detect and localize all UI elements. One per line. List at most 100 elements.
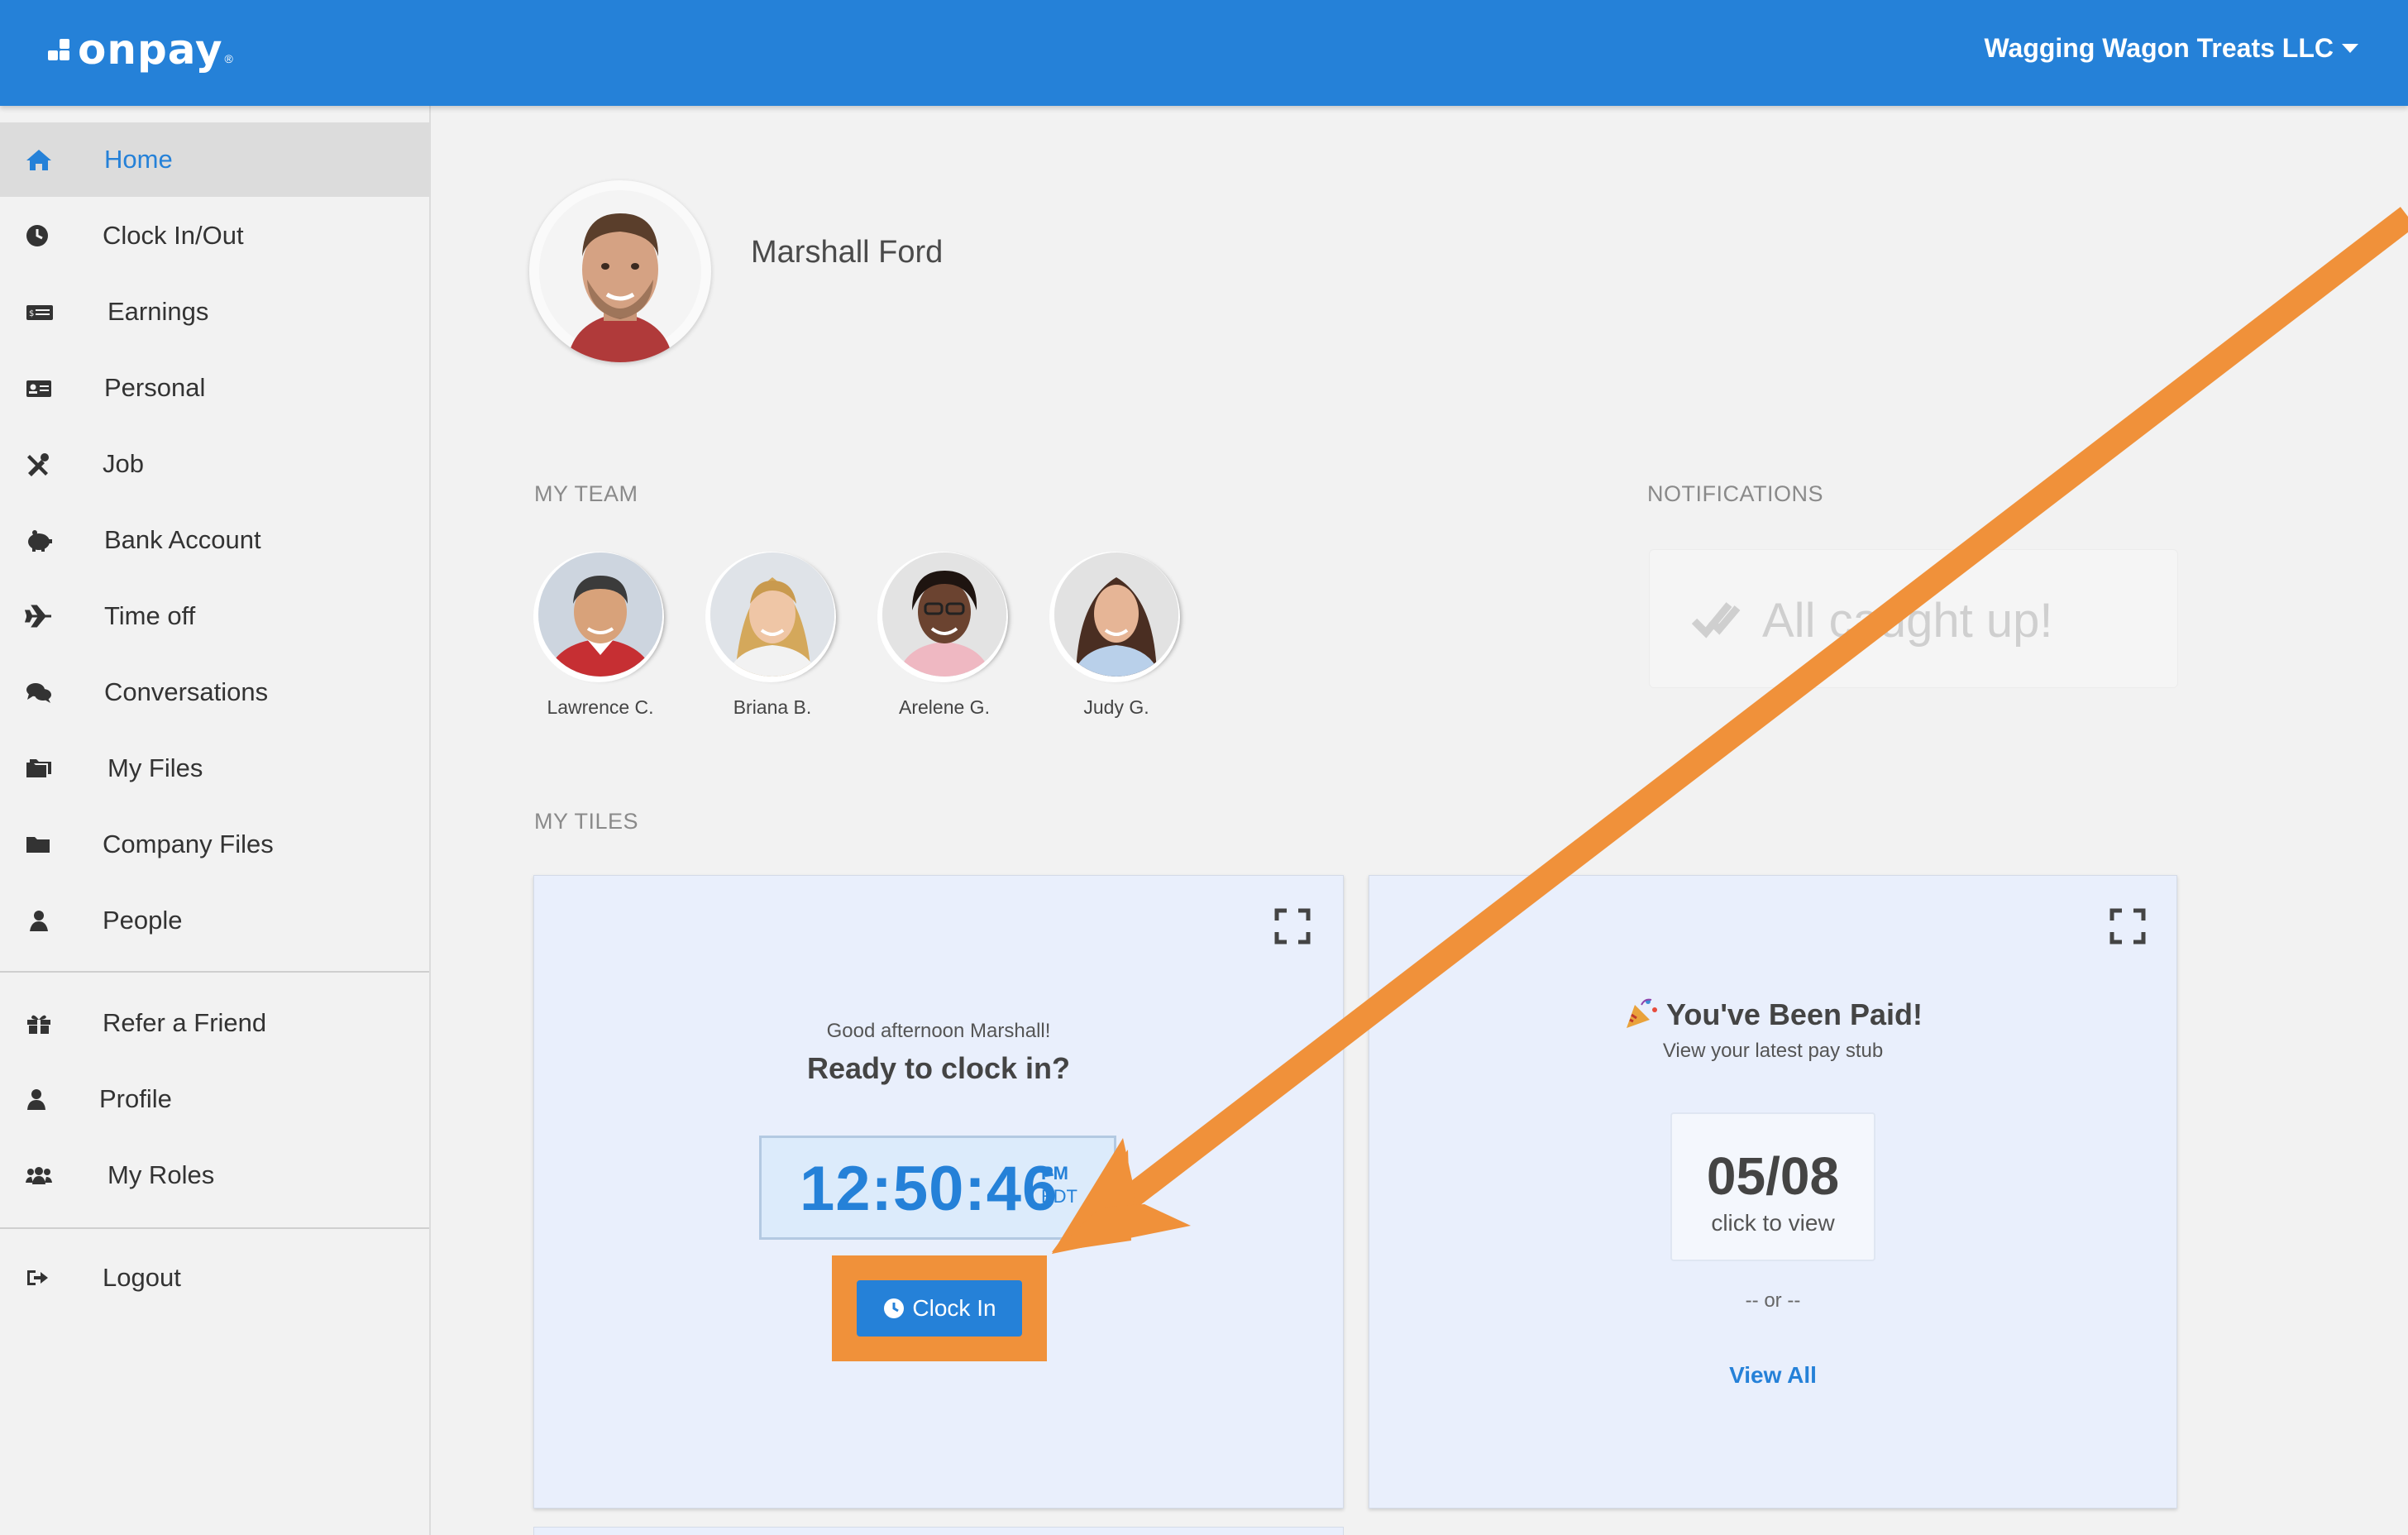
team-member-name: Arelene G.	[899, 696, 990, 718]
team-member[interactable]: Judy G.	[1042, 552, 1191, 719]
sidebar-item-label: Refer a Friend	[103, 1008, 267, 1037]
pay-stub-hint: click to view	[1711, 1210, 1835, 1236]
sidebar-item-label: Bank Account	[104, 525, 261, 554]
clock-tile: Good afternoon Marshall! Ready to clock …	[533, 875, 1344, 1509]
files-icon	[26, 759, 51, 777]
sidebar-item-label: Job	[103, 449, 144, 478]
sidebar-item-label: Profile	[99, 1084, 172, 1113]
top-bar: onpay ® Wagging Wagon Treats LLC	[0, 0, 2408, 106]
money-icon: $	[26, 305, 53, 320]
sidebar-divider	[0, 971, 429, 973]
svg-text:$: $	[29, 309, 34, 318]
notifications-message: All caught up!	[1762, 594, 2053, 648]
logout-icon	[27, 1270, 48, 1285]
sidebar-item-label: People	[103, 906, 183, 935]
team-member-name: Judy G.	[1083, 696, 1149, 718]
sidebar-item-my-roles[interactable]: My Roles	[0, 1138, 429, 1212]
team-avatar	[710, 552, 834, 677]
clock-prompt: Ready to clock in?	[806, 1051, 1071, 1085]
sidebar-nav: Home Clock In/Out $ Earnings Personal Jo…	[0, 106, 431, 1535]
sidebar-item-conversations[interactable]: Conversations	[0, 655, 429, 729]
team-member-name: Briana B.	[733, 696, 812, 718]
logo-text: onpay	[78, 26, 223, 74]
view-all-link[interactable]: View All	[1369, 1362, 2176, 1389]
users-icon	[26, 1167, 52, 1184]
tools-icon	[27, 453, 49, 476]
sidebar-item-label: Clock In/Out	[103, 221, 244, 250]
team-member[interactable]: Arelene G.	[870, 552, 1019, 719]
greeting-text: Good afternoon Marshall!	[826, 1020, 1051, 1042]
party-popper-icon	[1627, 998, 1657, 1028]
sidebar-item-label: Time off	[104, 601, 196, 630]
team-member[interactable]: Lawrence C.	[526, 552, 675, 719]
clock-time: 12:50:46	[800, 1154, 1058, 1224]
chat-icon	[26, 683, 51, 703]
home-icon	[26, 150, 51, 170]
or-separator: -- or --	[1745, 1289, 1801, 1312]
sidebar-item-home[interactable]: Home	[0, 122, 429, 197]
sidebar-item-my-files[interactable]: My Files	[0, 731, 429, 806]
sidebar-item-label: My Roles	[108, 1160, 215, 1189]
notifications-panel: All caught up!	[1649, 549, 2178, 688]
sidebar-item-clock-in-out[interactable]: Clock In/Out	[0, 198, 429, 273]
sidebar-item-label: Company Files	[103, 830, 274, 858]
sidebar-item-label: Earnings	[108, 297, 209, 326]
sidebar-item-label: Home	[104, 145, 173, 174]
clock-icon	[26, 225, 48, 246]
sidebar-item-label: My Files	[108, 753, 203, 782]
people-icon	[30, 911, 48, 931]
clock-ampm: PM	[1041, 1163, 1068, 1184]
sidebar-item-label: Personal	[104, 373, 206, 402]
sidebar-item-earnings[interactable]: $ Earnings	[0, 275, 429, 349]
sidebar-divider	[0, 1227, 429, 1229]
team-avatar	[538, 552, 662, 677]
sidebar-item-label: Logout	[103, 1263, 181, 1292]
folder-icon	[26, 837, 50, 853]
plane-icon	[25, 605, 51, 628]
clock-in-button[interactable]: Clock In	[857, 1280, 1022, 1337]
sidebar-item-profile[interactable]: Profile	[0, 1062, 429, 1136]
sidebar-item-company-files[interactable]: Company Files	[0, 807, 429, 882]
sidebar-item-time-off[interactable]: Time off	[0, 579, 429, 653]
company-selector[interactable]: Wagging Wagon Treats LLC	[1984, 33, 2358, 64]
clock-display: 12:50:46 PM EDT	[759, 1136, 1116, 1240]
latest-pay-stub[interactable]: 05/08 click to view	[1670, 1112, 1875, 1261]
profile-avatar[interactable]	[529, 180, 711, 362]
gift-icon	[27, 1015, 50, 1034]
double-check-icon	[1691, 602, 1741, 638]
paid-title-text: You've Been Paid!	[1666, 997, 1923, 1031]
expand-icon[interactable]	[1273, 907, 1312, 945]
clock-icon	[884, 1298, 905, 1318]
logo-mark-icon	[48, 37, 74, 62]
profile-name: Marshall Ford	[751, 235, 944, 270]
my-team-heading: MY TEAM	[534, 481, 638, 506]
id-card-icon	[26, 380, 51, 397]
profile-photo-image	[539, 190, 701, 362]
my-tiles-heading: MY TILES	[534, 809, 639, 834]
expand-icon[interactable]	[2109, 907, 2147, 945]
team-member[interactable]: Briana B.	[698, 552, 847, 719]
sidebar-item-bank-account[interactable]: Bank Account	[0, 503, 429, 577]
sidebar-item-personal[interactable]: Personal	[0, 351, 429, 425]
sidebar-item-people[interactable]: People	[0, 883, 429, 958]
pay-tile: You've Been Paid! View your latest pay s…	[1369, 875, 2177, 1509]
team-avatar	[1054, 552, 1178, 677]
sidebar-item-logout[interactable]: Logout	[0, 1241, 429, 1315]
piggy-bank-icon	[28, 530, 52, 552]
next-tile-edge	[533, 1527, 1344, 1535]
notifications-heading: NOTIFICATIONS	[1647, 481, 1823, 506]
sidebar-item-label: Conversations	[104, 677, 269, 706]
onpay-logo[interactable]: onpay ®	[48, 25, 233, 74]
paid-subtitle: View your latest pay stub	[1662, 1040, 1884, 1062]
sidebar-item-job[interactable]: Job	[0, 427, 429, 501]
team-avatar	[882, 552, 1006, 677]
pay-stub-date: 05/08	[1706, 1146, 1840, 1206]
paid-title: You've Been Paid!	[1369, 997, 2176, 1032]
logo-registered-mark: ®	[224, 52, 233, 65]
sidebar-item-refer-a-friend[interactable]: Refer a Friend	[0, 986, 429, 1060]
clock-in-label: Clock In	[912, 1295, 996, 1321]
user-icon	[27, 1089, 45, 1110]
clock-timezone: EDT	[1041, 1186, 1077, 1207]
company-name: Wagging Wagon Treats LLC	[1984, 33, 2334, 63]
team-member-name: Lawrence C.	[547, 696, 654, 718]
